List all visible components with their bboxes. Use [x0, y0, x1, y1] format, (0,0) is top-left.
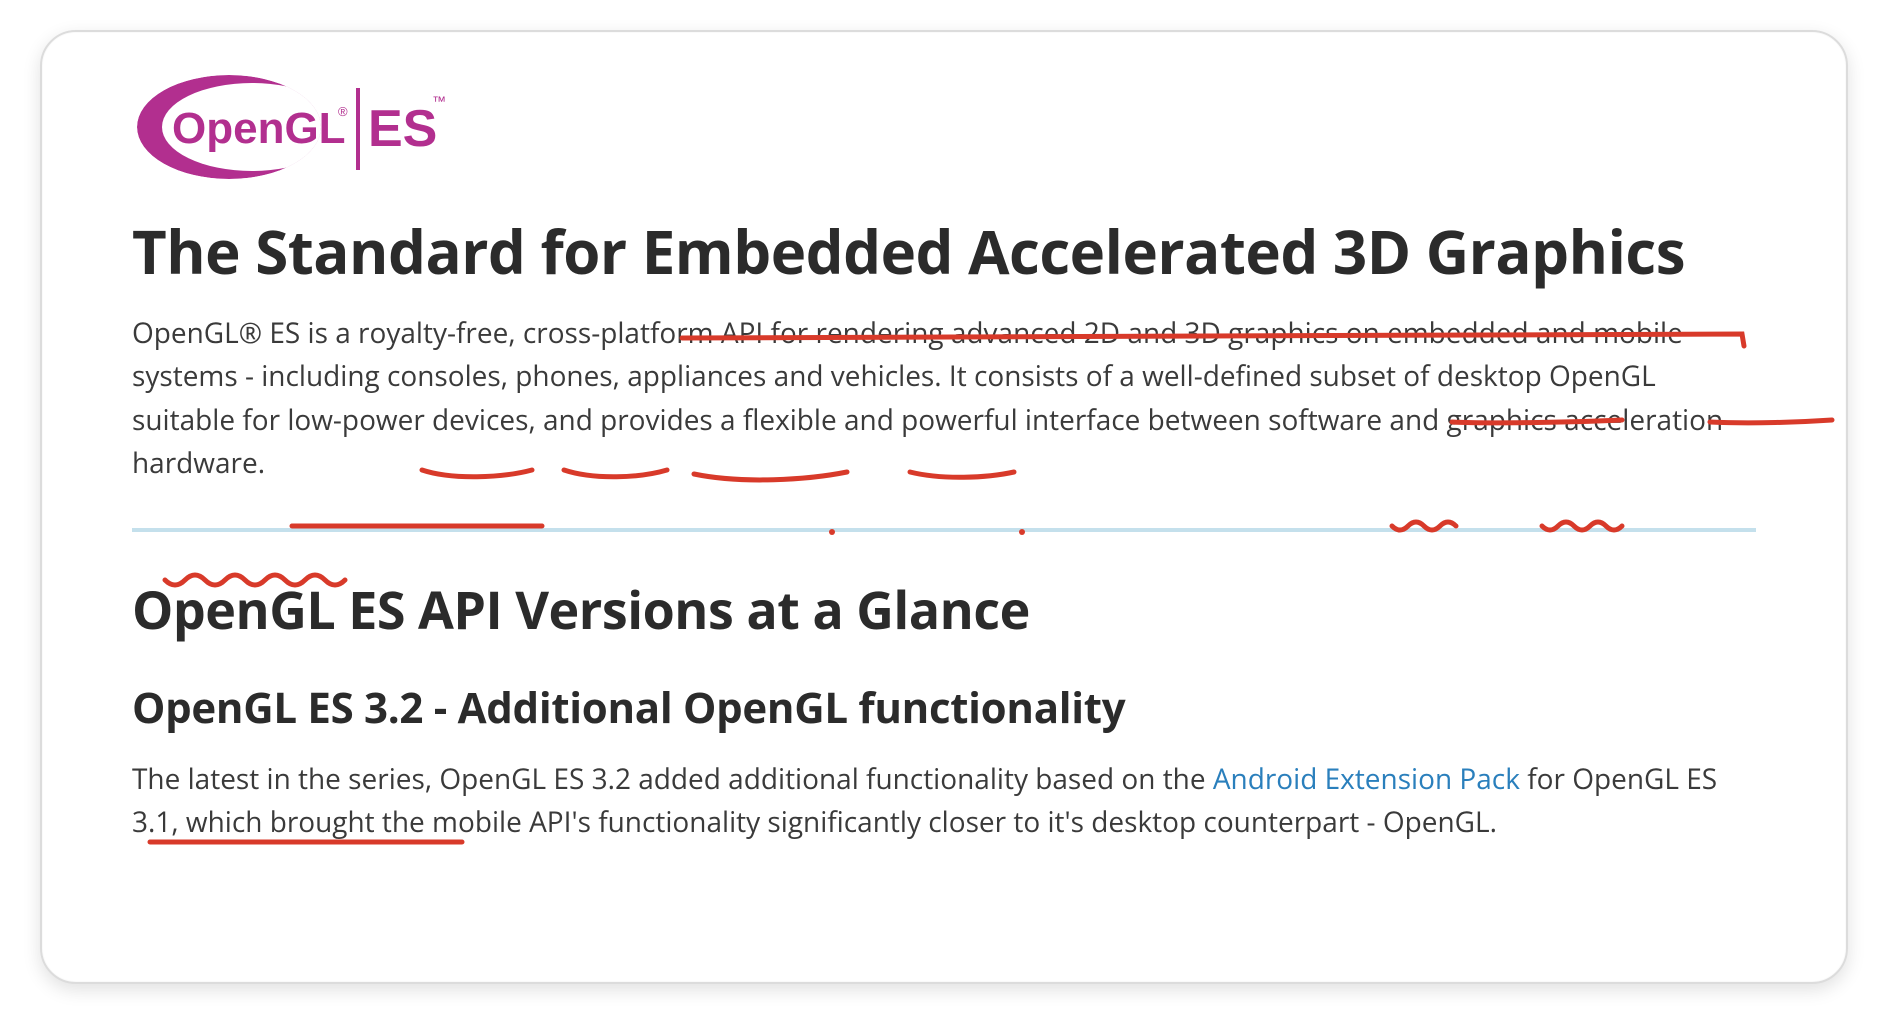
logo-registered: ® — [338, 104, 348, 119]
document-card: OpenGL ® ES ™ The Standard for Embedded … — [40, 30, 1848, 984]
body-paragraph: The latest in the series, OpenGL ES 3.2 … — [132, 758, 1756, 845]
logo-text-opengl: OpenGL — [172, 104, 346, 153]
word-low-power-devices: low-power devices — [287, 401, 528, 439]
word-mobile: mobile — [1593, 314, 1683, 352]
word-phones: phones — [515, 357, 612, 395]
logo-tm: ™ — [432, 93, 446, 109]
subsection-emph: OpenGL ES 3.2 — [132, 679, 423, 736]
opengl-es-logo: OpenGL ® ES ™ — [134, 68, 1756, 191]
logo-divider — [356, 88, 360, 170]
word-consoles: consoles — [387, 357, 501, 395]
divider — [132, 528, 1756, 532]
logo-text-es: ES — [368, 100, 437, 158]
word-appliances: appliances — [627, 357, 766, 395]
section-heading: OpenGL ES API Versions at a Glance — [132, 574, 1756, 645]
word-software: software — [1268, 401, 1382, 439]
word-embedded: embedded — [1387, 314, 1529, 352]
intro-paragraph: OpenGL® ES is a royalty-free, cross-plat… — [132, 312, 1756, 486]
word-graphics: graphics — [1447, 401, 1557, 439]
word-vehicles: vehicles — [831, 357, 935, 395]
title-pre: The Standard for — [132, 210, 642, 292]
android-extension-pack-link[interactable]: Android Extension Pack — [1213, 760, 1520, 798]
subsection-heading: OpenGL ES 3.2 - Additional OpenGL functi… — [132, 679, 1756, 736]
title-emph: Embedded Accelerated 3D Graphics — [642, 210, 1685, 292]
page-title: The Standard for Embedded Accelerated 3D… — [132, 217, 1756, 286]
subsection-rest: - Additional OpenGL functionality — [423, 679, 1125, 736]
